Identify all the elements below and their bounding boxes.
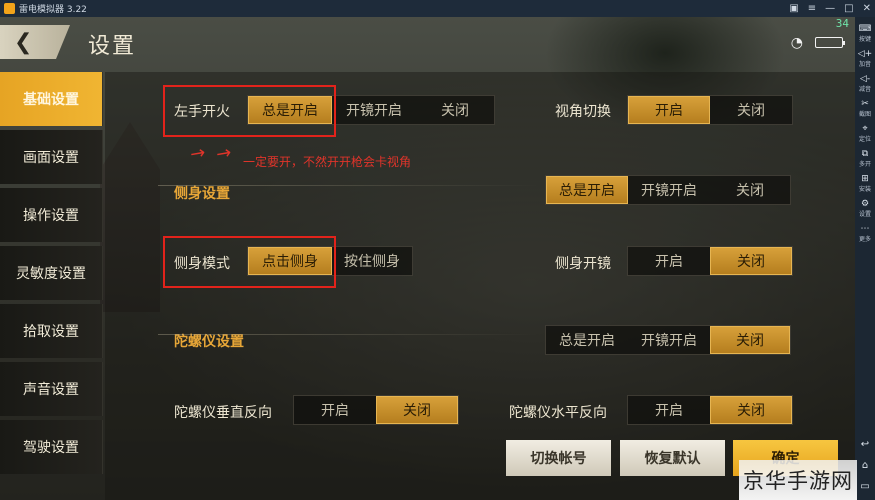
- more-icon: ⋯: [860, 224, 870, 234]
- view-switch-label: 视角切换: [555, 104, 611, 120]
- toolbar-volume-up[interactable]: ◁+ 加音: [855, 46, 875, 71]
- page-title: 设置: [88, 34, 137, 59]
- menu-item-driving[interactable]: 驾驶设置: [0, 420, 103, 474]
- lean-section-toggle: 总是开启 开镜开启 关闭: [545, 175, 791, 205]
- toolbar-keyboard[interactable]: ⌨ 按键: [855, 21, 875, 46]
- lean-option-off[interactable]: 关闭: [710, 176, 790, 204]
- gyro-option-scope[interactable]: 开镜开启: [628, 326, 710, 354]
- toolbar-label: 按键: [858, 36, 871, 43]
- location-icon: ⌖: [862, 124, 868, 134]
- menu-item-sound[interactable]: 声音设置: [0, 362, 103, 416]
- divider: [158, 334, 538, 335]
- highlight-box-lean-mode: [163, 236, 336, 288]
- minimize-icon[interactable]: —: [825, 3, 835, 14]
- gear-icon: ⚙: [860, 199, 870, 209]
- toolbar-more[interactable]: ⋯ 更多: [855, 221, 875, 246]
- close-icon[interactable]: ✕: [863, 3, 871, 14]
- restore-default-button[interactable]: 恢复默认: [620, 440, 725, 476]
- view-switch-option-off[interactable]: 关闭: [710, 96, 792, 124]
- lean-section-title: 侧身设置: [174, 186, 230, 202]
- lean-scope-option-on[interactable]: 开启: [628, 247, 710, 275]
- menu-icon[interactable]: ≡: [808, 3, 816, 14]
- switch-account-button[interactable]: 切换帐号: [506, 440, 611, 476]
- lean-scope-toggle: 开启 关闭: [627, 246, 793, 276]
- gyro-vertical-label: 陀螺仪垂直反向: [174, 405, 272, 421]
- toolbar-screenshot[interactable]: ✂ 截图: [855, 96, 875, 121]
- emulator-title: 雷电模拟器 3.22: [19, 5, 87, 15]
- gyro-horizontal-option-off[interactable]: 关闭: [710, 396, 792, 424]
- gyro-option-always[interactable]: 总是开启: [546, 326, 628, 354]
- gyro-vertical-toggle: 开启 关闭: [293, 395, 459, 425]
- gift-icon[interactable]: ▣: [789, 3, 798, 14]
- view-switch-option-on[interactable]: 开启: [628, 96, 710, 124]
- emulator-title-bar: 雷电模拟器 3.22 ▣ ≡ — □ ✕: [0, 0, 875, 17]
- gyro-horizontal-toggle: 开启 关闭: [627, 395, 793, 425]
- toolbar-volume-down[interactable]: ◁- 减音: [855, 71, 875, 96]
- annotation-note: 一定要开，不然开开枪会卡视角: [243, 155, 412, 169]
- left-fire-option-off[interactable]: 关闭: [416, 96, 494, 124]
- gyro-vertical-option-off[interactable]: 关闭: [376, 396, 458, 424]
- menu-item-graphics[interactable]: 画面设置: [0, 130, 103, 184]
- status-time: 34: [835, 17, 849, 30]
- game-settings-screen: ❮ 设置 34 ◔ 基础设置 画面设置 操作设置 灵敏度设置 拾取设置 声音设置…: [0, 17, 855, 500]
- toolbar-multi[interactable]: ⧉ 多开: [855, 146, 875, 171]
- volume-up-icon: ◁+: [857, 49, 873, 59]
- gyro-horizontal-option-on[interactable]: 开启: [628, 396, 710, 424]
- menu-item-basic[interactable]: 基础设置: [0, 72, 103, 126]
- gyro-section-toggle: 总是开启 开镜开启 关闭: [545, 325, 791, 355]
- toolbar-label: 截图: [858, 111, 871, 118]
- menu-item-pickup[interactable]: 拾取设置: [0, 304, 103, 358]
- lean-mode-option-hold[interactable]: 按住侧身: [332, 247, 412, 275]
- toolbar-location[interactable]: ⌖ 定位: [855, 121, 875, 146]
- battery-icon: [815, 37, 845, 48]
- keyboard-icon: ⌨: [858, 24, 872, 34]
- lean-scope-option-off[interactable]: 关闭: [710, 247, 792, 275]
- toolbar-label: 减音: [858, 86, 871, 93]
- chevron-left-icon: ❮: [14, 29, 33, 55]
- install-icon: ⊞: [861, 174, 869, 184]
- gyro-horizontal-label: 陀螺仪水平反向: [509, 405, 607, 421]
- toolbar-install[interactable]: ⊞ 安装: [855, 171, 875, 196]
- toolbar-label: 更多: [858, 236, 871, 243]
- emulator-toolbar: ⌨ 按键 ◁+ 加音 ◁- 减音 ✂ 截图 ⌖ 定位 ⧉ 多开 ⊞ 安装 ⚙ 设置 ⋯ 更多 ↩ …: [855, 17, 875, 500]
- scissors-icon: ✂: [861, 99, 869, 109]
- toolbar-label: 安装: [858, 186, 871, 193]
- wifi-icon: ◔: [790, 35, 803, 51]
- left-fire-option-scope[interactable]: 开镜开启: [332, 96, 416, 124]
- side-menu: 基础设置 画面设置 操作设置 灵敏度设置 拾取设置 声音设置 驾驶设置: [0, 72, 103, 478]
- divider: [158, 185, 538, 186]
- toolbar-label: 加音: [858, 61, 871, 68]
- lean-option-scope[interactable]: 开镜开启: [628, 176, 710, 204]
- app-logo-icon: [4, 3, 15, 14]
- menu-item-sensitivity[interactable]: 灵敏度设置: [0, 246, 103, 300]
- recent-apps-icon[interactable]: ▭: [860, 481, 869, 492]
- back-button[interactable]: ❮: [0, 25, 70, 59]
- toolbar-settings[interactable]: ⚙ 设置: [855, 196, 875, 221]
- multi-window-icon: ⧉: [861, 149, 869, 159]
- gyro-option-off[interactable]: 关闭: [710, 326, 790, 354]
- lean-scope-label: 侧身开镜: [555, 256, 611, 272]
- volume-down-icon: ◁-: [859, 74, 871, 84]
- bottom-nav: ↩ ⌂ ▭: [860, 439, 869, 492]
- toolbar-label: 多开: [858, 161, 871, 168]
- view-switch-toggle: 开启 关闭: [627, 95, 793, 125]
- lean-option-always[interactable]: 总是开启: [546, 176, 628, 204]
- gyro-vertical-option-on[interactable]: 开启: [294, 396, 376, 424]
- back-icon[interactable]: ↩: [861, 439, 869, 450]
- watermark: 京华手游网: [739, 460, 857, 500]
- window-controls: ▣ ≡ — □ ✕: [789, 0, 871, 17]
- maximize-icon[interactable]: □: [844, 3, 853, 14]
- home-icon[interactable]: ⌂: [862, 460, 868, 471]
- menu-item-controls[interactable]: 操作设置: [0, 188, 103, 242]
- toolbar-label: 定位: [858, 136, 871, 143]
- toolbar-label: 设置: [858, 211, 871, 218]
- highlight-box-left-fire: [163, 85, 336, 137]
